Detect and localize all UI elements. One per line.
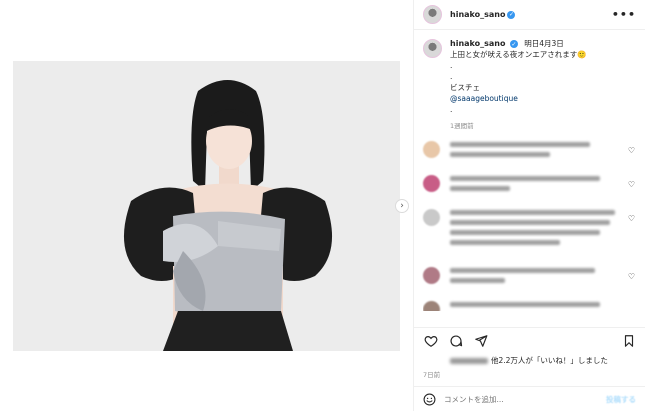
paper-plane-icon — [474, 334, 487, 347]
comment-button[interactable] — [448, 333, 463, 348]
likes-count[interactable]: 他2.2万人が「いいね！」しました — [423, 355, 637, 366]
list-item — [423, 297, 637, 311]
save-button[interactable] — [621, 333, 636, 348]
caption-username[interactable]: hinako_sano — [450, 39, 505, 48]
photo-illustration — [13, 61, 400, 351]
comment-bubble-icon — [449, 334, 462, 347]
comment-body-blurred — [450, 297, 615, 307]
media-pane: › — [0, 0, 413, 411]
caption-date: 明日4月3日 — [524, 39, 564, 48]
comment-avatar[interactable] — [423, 141, 440, 158]
bookmark-icon — [624, 334, 633, 347]
username-link[interactable]: hinako_sano — [450, 10, 505, 19]
caption-dot: . — [450, 61, 453, 70]
comment-body-blurred — [450, 137, 615, 157]
list-item: ♡ — [423, 205, 637, 263]
caption-avatar[interactable] — [423, 39, 442, 58]
like-button[interactable] — [423, 333, 438, 348]
caption-timestamp: 1週間前 — [450, 122, 474, 130]
chevron-right-icon: › — [400, 200, 404, 211]
emoji-smile-icon[interactable] — [423, 393, 436, 406]
comment-list: ♡ ♡ ♡ ♡ — [423, 137, 637, 311]
comment-avatar[interactable] — [423, 209, 440, 226]
more-options-icon[interactable]: ••• — [612, 8, 636, 21]
comment-body-blurred — [450, 171, 615, 191]
comment-body-blurred — [450, 205, 615, 245]
heart-icon[interactable]: ♡ — [628, 272, 635, 281]
comment-body-blurred — [450, 263, 615, 283]
list-item: ♡ — [423, 171, 637, 205]
comment-input[interactable] — [444, 394, 594, 404]
caption-line: 上田と女が吠える夜オンエアされます🙂 — [450, 50, 587, 59]
caption-dot: . — [450, 72, 453, 81]
verified-badge-icon: ✓ — [507, 10, 516, 19]
caption: hinako_sano ✓ 明日4月3日 上田と女が吠える夜オンエアされます🙂 … — [423, 38, 637, 132]
caption-mention-link[interactable]: @saaageboutique — [450, 93, 587, 104]
caption-item: ビスチェ — [450, 83, 480, 92]
liker-name-blurred — [450, 357, 488, 364]
list-item: ♡ — [423, 263, 637, 297]
comment-avatar[interactable] — [423, 267, 440, 284]
action-bar — [414, 327, 645, 353]
post-header: hinako_sano ✓ ••• — [414, 0, 645, 30]
avatar[interactable] — [423, 5, 442, 24]
list-item: ♡ — [423, 137, 637, 171]
comment-avatar[interactable] — [423, 175, 440, 192]
post-side-panel: hinako_sano ✓ ••• hinako_sano ✓ 明日4月3日 上… — [413, 0, 645, 411]
heart-icon[interactable]: ♡ — [628, 180, 635, 189]
share-button[interactable] — [473, 333, 488, 348]
verified-badge-icon: ✓ — [509, 40, 518, 48]
post-photo[interactable] — [13, 61, 400, 351]
post-timestamp: 7日前 — [423, 371, 441, 379]
heart-icon[interactable]: ♡ — [628, 146, 635, 155]
caption-dot: . — [450, 105, 453, 114]
caption-body: hinako_sano ✓ 明日4月3日 上田と女が吠える夜オンエアされます🙂 … — [450, 38, 587, 132]
post-comment-button[interactable]: 投稿する — [606, 394, 636, 405]
comment-composer: 投稿する — [414, 386, 645, 411]
heart-icon[interactable]: ♡ — [628, 214, 635, 223]
next-image-button[interactable]: › — [395, 199, 409, 213]
heart-icon — [424, 335, 437, 347]
likes-text: 他2.2万人が「いいね！」しました — [491, 356, 608, 365]
comment-avatar[interactable] — [423, 301, 440, 311]
